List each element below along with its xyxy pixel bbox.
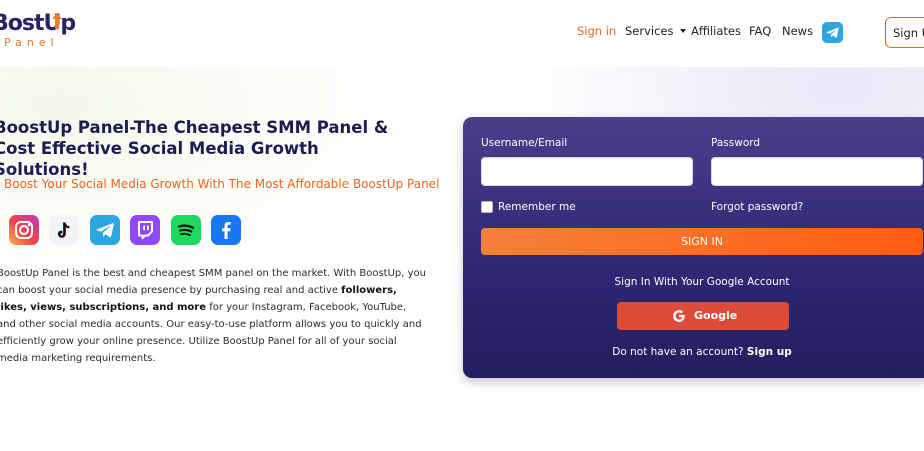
site-logo[interactable]: BostUp Panel [0,11,92,55]
hero-description: BoostUp Panel is the best and cheapest S… [0,265,427,367]
password-input[interactable] [711,157,923,186]
nav-sign-in[interactable]: Sign in [577,24,616,42]
forgot-password-link[interactable]: Forgot password? [711,201,803,213]
logo-sub-text: Panel [4,36,59,49]
username-input[interactable] [481,157,693,186]
username-label: Username/Email [481,137,568,149]
login-card: Username/Email Password Remember me Forg… [463,117,924,378]
google-icon [673,310,685,322]
remember-me-label[interactable]: Remember me [498,201,576,213]
top-header: BostUp Panel Sign in Services Affiliates… [0,0,924,67]
nav-faq[interactable]: FAQ [749,24,771,42]
google-signin-caption: Sign In With Your Google Account [614,276,790,288]
password-label: Password [711,137,761,149]
hero-headline: BoostUp Panel-The Cheapest SMM Panel & C… [0,118,389,179]
sign-up-link[interactable]: Sign up [747,346,792,358]
remember-me-checkbox[interactable] [481,201,493,213]
facebook-icon[interactable] [211,215,241,245]
nav-services-dropdown[interactable]: Services [625,24,686,42]
nav-news[interactable]: News [782,24,813,42]
logo-arrow-icon [52,13,62,29]
google-signin-button[interactable]: Google [617,302,789,330]
sign-up-button[interactable]: Sign Up [885,17,924,48]
instagram-icon[interactable] [9,215,39,245]
logo-main-text: BostUp [0,11,76,36]
hero-tagline: Boost Your Social Media Growth With The … [4,177,440,191]
no-account-text: Do not have an account? [612,346,744,358]
telegram-icon[interactable] [822,22,843,43]
telegram-icon[interactable] [90,215,120,245]
tiktok-icon[interactable] [49,215,79,245]
twitch-icon[interactable] [130,215,160,245]
google-button-label: Google [694,309,738,322]
no-account-line: Do not have an account? Sign up [463,346,924,358]
caret-down-icon [679,28,686,33]
hero-section: BoostUp Panel-The Cheapest SMM Panel & C… [0,67,924,451]
nav-affiliates[interactable]: Affiliates [691,24,741,42]
sign-in-button[interactable]: SIGN IN [481,228,923,255]
nav-services-label: Services [625,24,674,38]
spotify-icon[interactable] [171,215,201,245]
